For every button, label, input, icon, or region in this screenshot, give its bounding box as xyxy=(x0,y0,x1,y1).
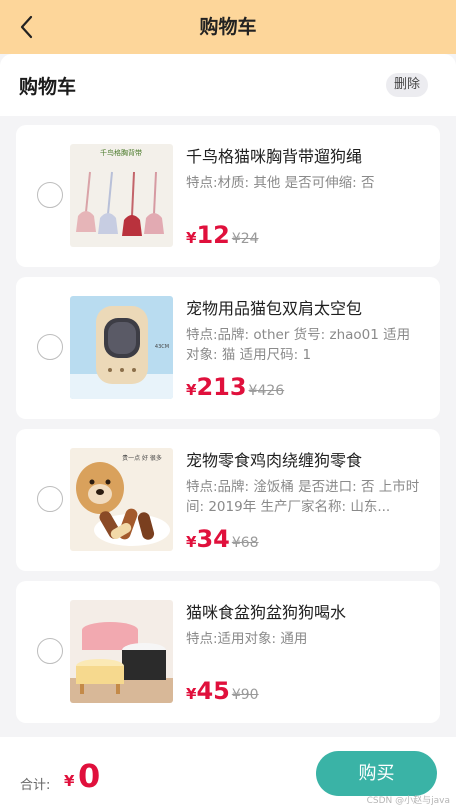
product-price: 34 xyxy=(196,525,230,553)
original-price: ¥426 xyxy=(248,383,285,399)
price-row: ¥34 ¥68 xyxy=(186,525,259,555)
total-label: 合计: xyxy=(20,778,51,793)
cart-item: 贵一点 好 很多 宠物零食鸡肉绕缠狗零食 特点:品牌: 淦饭桶 是否进口: 否 … xyxy=(16,429,440,571)
original-price: ¥90 xyxy=(231,687,259,703)
select-checkbox[interactable] xyxy=(37,182,63,208)
cart-item-list: 千鸟格胸背带 千鸟格猫咪胸背带遛狗绳 特点:材质: 其他 是否可伸缩: 否 ¥1… xyxy=(16,125,440,733)
watermark: CSDN @小赵与java xyxy=(366,796,450,806)
product-specs: 特点:适用对象: 通用 xyxy=(186,631,308,647)
product-price: 213 xyxy=(196,373,247,401)
price-row: ¥213 ¥426 xyxy=(186,373,284,403)
image-caption: 千鸟格胸背带 xyxy=(100,148,142,157)
product-name[interactable]: 猫咪食盆狗盆狗狗喝水 xyxy=(186,602,422,624)
product-image[interactable]: 千鸟格胸背带 xyxy=(70,144,173,247)
select-checkbox[interactable] xyxy=(37,638,63,664)
cart-item: 千鸟格胸背带 千鸟格猫咪胸背带遛狗绳 特点:材质: 其他 是否可伸缩: 否 ¥1… xyxy=(16,125,440,267)
currency-symbol: ¥ xyxy=(186,229,197,247)
cat-backpack-product-image: 43CM xyxy=(70,296,173,399)
cart-item: 猫咪食盆狗盆狗狗喝水 特点:适用对象: 通用 ¥45 ¥90 xyxy=(16,581,440,723)
buy-button[interactable]: 购买 xyxy=(316,751,437,796)
page-title: 购物车 xyxy=(199,16,257,38)
product-price: 45 xyxy=(196,677,230,705)
price-row: ¥45 ¥90 xyxy=(186,677,259,707)
cart-title: 购物车 xyxy=(19,76,77,98)
select-checkbox[interactable] xyxy=(37,334,63,360)
image-caption: 43CM xyxy=(155,344,169,350)
product-specs: 特点:品牌: 淦饭桶 是否进口: 否 上市时间: 2019年 生产厂家名称: 山… xyxy=(186,479,420,515)
image-caption: 贵一点 好 很多 xyxy=(122,454,162,462)
product-name[interactable]: 千鸟格猫咪胸背带遛狗绳 xyxy=(186,146,422,168)
delete-button[interactable]: 删除 xyxy=(385,73,428,97)
product-specs: 特点:品牌: other 货号: zhao01 适用对象: 猫 适用尺码: 1 xyxy=(186,327,411,363)
currency-symbol: ¥ xyxy=(186,685,197,703)
total-currency: ¥ xyxy=(64,772,75,790)
cart-header: 购物车 删除 xyxy=(0,54,456,116)
product-image[interactable] xyxy=(70,600,173,703)
product-image[interactable]: 43CM xyxy=(70,296,173,399)
select-checkbox[interactable] xyxy=(37,486,63,512)
total-amount: 0 xyxy=(78,757,101,795)
currency-symbol: ¥ xyxy=(186,381,197,399)
product-image[interactable]: 贵一点 好 很多 xyxy=(70,448,173,551)
harness-product-image: 千鸟格胸背带 xyxy=(70,144,173,247)
price-row: ¥12 ¥24 xyxy=(186,221,259,251)
cart-item: 43CM 宠物用品猫包双肩太空包 特点:品牌: other 货号: zhao01… xyxy=(16,277,440,419)
dog-treat-product-image: 贵一点 好 很多 xyxy=(70,448,173,551)
currency-symbol: ¥ xyxy=(186,533,197,551)
pet-bowl-product-image xyxy=(70,600,173,703)
product-specs: 特点:材质: 其他 是否可伸缩: 否 xyxy=(186,175,375,191)
product-name[interactable]: 宠物用品猫包双肩太空包 xyxy=(186,298,422,320)
original-price: ¥24 xyxy=(231,231,259,247)
product-price: 12 xyxy=(196,221,230,249)
original-price: ¥68 xyxy=(231,535,259,551)
top-nav-bar: 购物车 xyxy=(0,0,456,54)
product-name[interactable]: 宠物零食鸡肉绕缠狗零食 xyxy=(186,450,422,472)
